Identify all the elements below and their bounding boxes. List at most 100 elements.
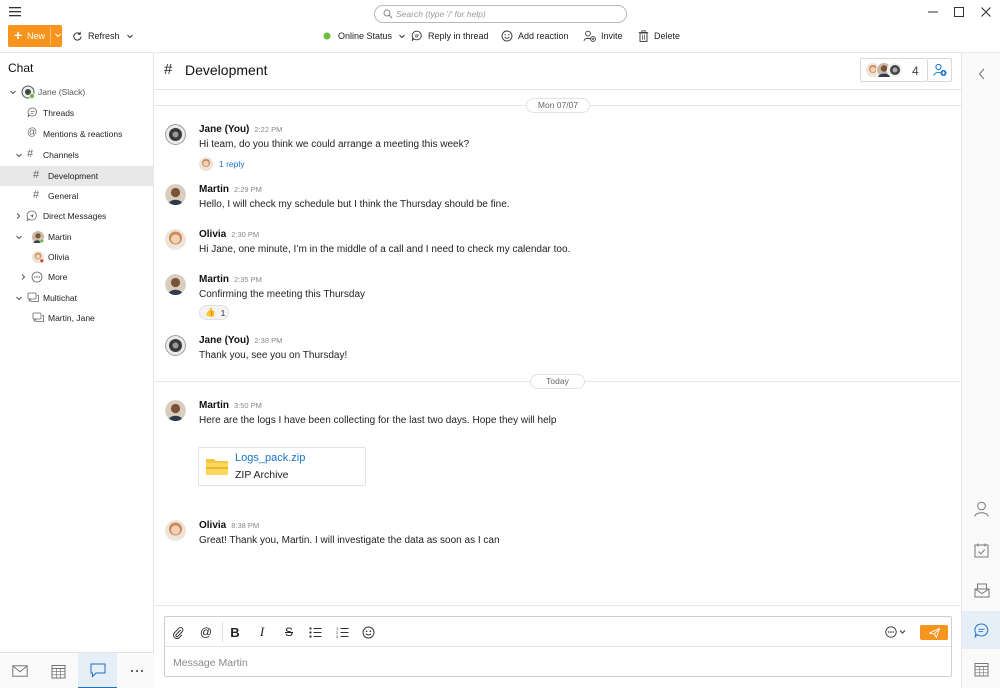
formatting-toolbar: @ B I S 123	[165, 617, 951, 647]
sidebar-item-label: Martin, Jane	[48, 313, 95, 323]
send-button[interactable]	[920, 625, 948, 640]
message-item[interactable]: Olivia 2:30 PM Hi Jane, one minute, I’m i…	[165, 229, 945, 264]
file-attachment[interactable]: Logs_pack.zip ZIP Archive	[198, 447, 366, 486]
more-horizontal-icon	[130, 669, 144, 673]
message-item[interactable]: Martin 2:35 PM Confirming the meeting thi…	[165, 274, 945, 324]
add-member-button[interactable]	[928, 58, 952, 82]
sidebar-item-channels[interactable]: # Channels	[0, 145, 154, 165]
message-item[interactable]: Olivia 8:38 PM Great! Thank you, Martin. …	[165, 520, 945, 555]
hash-icon: #	[33, 189, 40, 201]
calendar-nav-button[interactable]	[39, 653, 78, 688]
mention-icon[interactable]: @	[197, 624, 215, 640]
sidebar-item-multichat[interactable]: Multichat	[0, 288, 154, 308]
sidebar-item-development[interactable]: # Development	[0, 166, 154, 186]
sidebar-item-martin-jane[interactable]: Martin, Jane	[0, 308, 154, 328]
sidebar-item-label: Olivia	[48, 252, 70, 262]
chevron-down-icon	[126, 32, 134, 40]
person-icon	[974, 501, 989, 517]
task-calendar-icon	[974, 543, 989, 558]
more-nav-button[interactable]	[117, 653, 156, 688]
close-icon[interactable]	[978, 4, 994, 20]
right-rail	[961, 53, 1000, 688]
hash-icon: #	[33, 169, 40, 181]
sidebar-item-threads[interactable]: Threads	[0, 103, 154, 123]
members-button[interactable]: 4	[860, 58, 928, 82]
mail-archive-rail-button[interactable]	[962, 571, 1000, 609]
status-dot-icon	[323, 32, 331, 40]
refresh-button[interactable]: Refresh	[72, 29, 134, 43]
message-time: 2:38 PM	[254, 336, 283, 345]
mail-nav-button[interactable]	[0, 653, 39, 688]
sidebar-item-olivia[interactable]: Olivia	[0, 247, 154, 267]
sidebar-item-label: Development	[48, 171, 99, 181]
avatar	[165, 335, 186, 356]
minimize-icon[interactable]	[925, 4, 941, 20]
message-author: Martin 2:35 PM	[199, 274, 262, 285]
collapse-panel-button[interactable]	[962, 55, 1000, 93]
message-input[interactable]	[173, 655, 933, 671]
thread-reply-link[interactable]: 1 reply	[199, 157, 245, 171]
chevron-down-icon[interactable]	[9, 88, 17, 96]
numbered-list-icon[interactable]: 123	[333, 624, 351, 640]
sidebar-item-direct-messages[interactable]: Direct Messages	[0, 206, 154, 226]
add-reaction-button[interactable]: Add reaction	[501, 29, 569, 43]
contacts-rail-button[interactable]	[962, 490, 1000, 528]
hamburger-menu-icon[interactable]	[8, 6, 22, 18]
chevron-down-icon[interactable]	[54, 31, 62, 39]
hash-icon: #	[27, 148, 34, 160]
title-bar	[0, 0, 1000, 24]
chat-bubble-icon	[974, 622, 989, 638]
message-item[interactable]: Martin 2:29 PM Hello, I will check my sch…	[165, 184, 945, 219]
chevron-down-icon[interactable]	[15, 233, 23, 241]
message-item[interactable]: Jane (You) 2:38 PM Thank you, see you on …	[165, 335, 945, 370]
chat-rail-button[interactable]	[962, 611, 1000, 649]
sidebar-item-general[interactable]: # General	[0, 186, 154, 206]
chevron-down-icon[interactable]	[15, 294, 23, 302]
online-status-button[interactable]: Online Status	[323, 29, 406, 43]
sidebar-item-more[interactable]: More	[0, 267, 154, 287]
message-author: Martin 3:50 PM	[199, 400, 262, 411]
chat-nav-button[interactable]	[78, 653, 117, 688]
search-box[interactable]	[374, 5, 627, 23]
chat-icon	[90, 663, 106, 678]
sidebar-item-mentions[interactable]: @ Mentions & reactions	[0, 124, 154, 144]
sidebar-item-account[interactable]: Jane (Slack)	[0, 82, 154, 102]
smiley-icon	[501, 30, 513, 42]
search-input[interactable]	[396, 8, 616, 20]
folder-zip-icon	[205, 456, 229, 476]
italic-icon[interactable]: I	[253, 624, 271, 640]
message-text: Here are the logs I have been collecting…	[199, 415, 557, 426]
sidebar-item-label: Mentions & reactions	[43, 129, 123, 139]
avatar	[32, 251, 44, 263]
message-item[interactable]: Jane (You) 2:22 PM Hi team, do you think …	[165, 124, 945, 174]
online-status-label: Online Status	[338, 31, 393, 41]
delete-button[interactable]: Delete	[638, 29, 680, 43]
chevron-right-icon[interactable]	[14, 212, 22, 220]
invite-button[interactable]: Invite	[583, 29, 623, 43]
reply-in-thread-button[interactable]: Reply in thread	[411, 29, 489, 43]
chevron-down-icon[interactable]	[15, 151, 23, 159]
file-name[interactable]: Logs_pack.zip	[235, 452, 305, 464]
strikethrough-icon[interactable]: S	[280, 624, 298, 640]
bold-icon[interactable]: B	[226, 624, 244, 640]
tasks-rail-button[interactable]	[962, 531, 1000, 569]
message-text: Thank you, see you on Thursday!	[199, 350, 348, 361]
message-time: 3:50 PM	[234, 401, 262, 410]
message-time: 2:30 PM	[231, 230, 260, 239]
multichat-icon	[32, 312, 45, 324]
bullet-list-icon[interactable]	[306, 624, 324, 640]
sidebar-item-martin[interactable]: Martin	[0, 227, 154, 247]
new-button[interactable]: + New	[8, 25, 62, 47]
calendar-rail-button[interactable]	[962, 650, 1000, 688]
chevron-down-icon	[398, 32, 406, 40]
message-item[interactable]: Martin 3:50 PM Here are the logs I have b…	[165, 400, 945, 490]
message-text: Confirming the meeting this Thursday	[199, 289, 366, 300]
maximize-icon[interactable]	[951, 4, 967, 20]
reply-thread-icon	[411, 30, 423, 42]
message-author: Martin 2:29 PM	[199, 184, 262, 195]
more-options-button[interactable]	[883, 624, 911, 640]
attach-icon[interactable]	[169, 624, 187, 640]
emoji-icon[interactable]	[359, 624, 377, 640]
chevron-right-icon[interactable]	[19, 273, 27, 281]
reaction-chip[interactable]: 👍 1	[199, 305, 229, 320]
